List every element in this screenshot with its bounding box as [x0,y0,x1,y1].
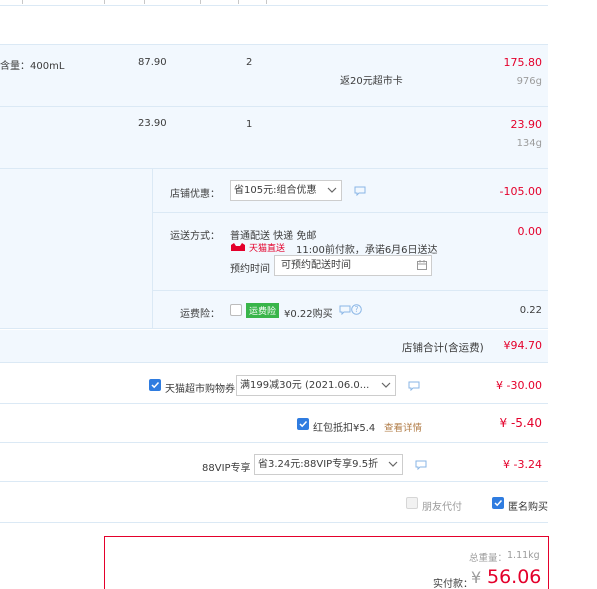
shipping-amount: 0.00 [517,225,543,238]
insurance-label: 运费险： [180,309,220,320]
currency-symbol: ¥ [471,568,482,587]
header-tick [266,0,267,4]
redpacket-details-link[interactable]: 查看详情 [384,420,422,434]
total-weight-value: 1.11kg [507,550,540,561]
vip-label: 88VIP专享 [202,463,251,474]
redpacket-row: 红包抵扣¥5.4 查看详情 ¥ -5.40 [0,405,548,443]
item-row: 23.90 1 23.90 134g [0,106,548,168]
header-bar [0,0,548,6]
friend-pay-checkbox[interactable] [406,497,418,509]
message-icon[interactable] [339,305,351,315]
insurance-amount: 0.22 [519,305,542,316]
item-weight: 134g [516,138,542,149]
pay-label: 实付款： [433,579,473,589]
subtotal-value: ¥94.70 [503,339,543,352]
payment-options-row: 朋友代付 匿名购买 [0,483,548,523]
vip-amount: ¥ -3.24 [503,458,542,471]
item-price: 23.90 [138,118,167,129]
tmall-cat-icon [231,243,245,251]
panel-row-divider [152,290,548,291]
message-icon[interactable] [408,381,420,391]
coupon-row: 天猫超市购物券 满199减30元 (2021.06.0... ¥ -30.00 [0,364,548,404]
schedule-label: 预约时间 [230,264,270,275]
header-tick [22,0,23,4]
item-quantity: 1 [246,119,253,130]
chevron-down-icon [388,461,398,467]
schedule-placeholder: 可预约配送时间 [281,260,351,271]
svg-text:?: ? [355,305,359,314]
vip-select[interactable]: 省3.24元:88VIP专享9.5折 [254,454,403,475]
friend-pay-label: 朋友代付 [422,502,462,513]
discount-select-value: 省105元:组合优惠 [234,185,317,196]
discount-label: 店铺优惠： [170,189,220,200]
shop-subtotal-row: 店铺合计(含运费) ¥94.70 [0,330,548,363]
header-tick [238,0,239,4]
item-spec: 含量：400mL [0,61,65,72]
panel-divider [152,169,153,329]
shipping-method: 普通配送 快递 免邮 [230,231,317,242]
panel-row-divider [152,212,548,213]
coupon-amount: ¥ -30.00 [496,379,542,392]
item-row: 含量：400mL 87.90 2 返20元超市卡 175.80 976g [0,44,548,106]
message-icon[interactable] [354,186,366,196]
item-quantity: 2 [246,57,253,68]
insurance-checkbox[interactable] [230,304,242,316]
header-tick [200,0,201,4]
header-tick [144,0,145,4]
vip-row: 88VIP专享 省3.24元:88VIP专享9.5折 ¥ -3.24 [0,444,548,482]
shipping-label: 运送方式： [170,231,220,242]
vip-select-value: 省3.24元:88VIP专享9.5折 [258,459,379,470]
coupon-checkbox[interactable] [149,379,161,391]
shop-options-panel: 店铺优惠： 省105元:组合优惠 -105.00 运送方式： 普通配送 快递 免… [0,168,548,329]
item-promo: 返20元超市卡 [340,76,403,87]
chevron-down-icon [381,382,391,388]
item-price: 87.90 [138,57,167,68]
redpacket-amount: ¥ -5.40 [499,416,543,430]
discount-select[interactable]: 省105元:组合优惠 [230,180,342,201]
header-tick [104,0,105,4]
coupon-select-value: 满199减30元 (2021.06.0... [240,380,370,391]
insurance-badge: 运费险 [246,303,280,318]
anonymous-checkbox[interactable] [492,497,504,509]
coupon-label: 天猫超市购物券 [165,384,235,395]
pay-amount: 56.06 [487,566,542,588]
insurance-price: ¥0.22购买 [284,309,333,320]
calendar-icon [417,260,427,270]
coupon-select[interactable]: 满199减30元 (2021.06.0... [236,375,396,396]
subtotal-label: 店铺合计(含运费) [402,342,484,354]
item-total: 23.90 [510,118,543,131]
tmall-direct-text: 天猫直送 [249,244,286,254]
item-weight: 976g [516,76,542,87]
redpacket-checkbox[interactable] [297,418,309,430]
anonymous-label: 匿名购买 [508,502,548,513]
schedule-input[interactable]: 可预约配送时间 [274,255,432,276]
redpacket-label: 红包抵扣¥5.4 [313,423,376,434]
message-icon[interactable] [415,460,427,470]
help-icon[interactable]: ? [351,304,362,315]
payment-summary-box: 总重量： 1.11kg 实付款： ¥ 56.06 [104,536,549,589]
shipping-promise: 11:00前付款，承诺6月6日送达 [296,245,438,256]
total-weight-label: 总重量： [469,553,508,564]
discount-amount: -105.00 [499,185,542,198]
chevron-down-icon [327,187,337,193]
item-total: 175.80 [503,56,543,69]
